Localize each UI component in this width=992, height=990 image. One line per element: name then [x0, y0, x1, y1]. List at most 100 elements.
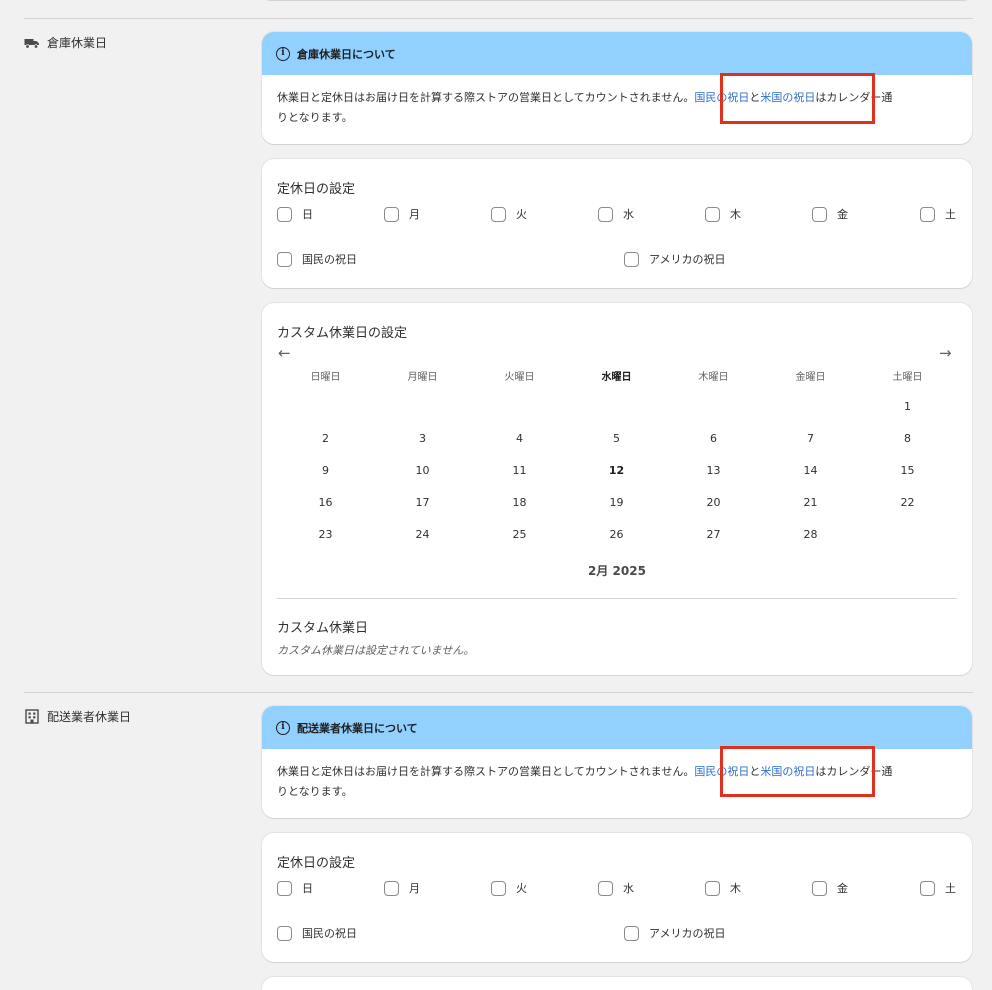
calendar-day[interactable]: 12 [568, 464, 665, 477]
checkbox-label: 火 [516, 208, 527, 221]
calendar-day[interactable]: 25 [471, 528, 568, 541]
checkbox-national-holidays[interactable]: 国民の祝日 [277, 251, 357, 267]
checkbox-monday[interactable]: 月 [384, 880, 420, 896]
checkbox-box[interactable] [277, 925, 292, 941]
weekday-monday: 月曜日 [407, 372, 438, 383]
calendar-day[interactable]: 16 [277, 496, 374, 509]
checkbox-wednesday[interactable]: 水 [598, 880, 634, 896]
weekday-thursday: 木曜日 [698, 372, 729, 383]
checkbox-box[interactable] [624, 925, 639, 941]
checkbox-friday[interactable]: 金 [812, 206, 848, 222]
custom-list-title: カスタム休業日 [277, 621, 369, 636]
checkbox-label: 木 [730, 882, 741, 895]
checkbox-label: 日 [302, 882, 313, 895]
checkbox-box[interactable] [384, 206, 399, 222]
calendar-day[interactable]: 3 [374, 432, 471, 445]
checkbox-tuesday[interactable]: 火 [491, 206, 527, 222]
checkbox-box[interactable] [812, 880, 827, 896]
calendar-day[interactable]: 26 [568, 528, 665, 541]
calendar-day[interactable]: 6 [665, 432, 762, 445]
checkbox-thursday[interactable]: 木 [705, 880, 741, 896]
checkbox-label: 国民の祝日 [302, 253, 357, 266]
checkbox-label: 月 [409, 208, 420, 221]
calendar-day[interactable]: 21 [762, 496, 859, 509]
calendar-day[interactable]: 4 [471, 432, 568, 445]
checkbox-label: 土 [945, 882, 956, 895]
checkbox-box[interactable] [491, 880, 506, 896]
arrow-right-icon[interactable]: → [939, 344, 952, 362]
calendar-day[interactable]: 14 [762, 464, 859, 477]
checkbox-box[interactable] [598, 206, 613, 222]
checkbox-saturday[interactable]: 土 [920, 880, 956, 896]
checkbox-box[interactable] [277, 880, 292, 896]
checkbox-sunday[interactable]: 日 [277, 206, 313, 222]
calendar-day[interactable]: 11 [471, 464, 568, 477]
weekly-holidays-card-carrier: 定休日の設定 日 月 火 水 木 金 土 国民の祝日 アメリカの祝日 [262, 833, 972, 962]
checkbox-box[interactable] [598, 880, 613, 896]
checkbox-label: 火 [516, 882, 527, 895]
custom-holidays-card-carrier [262, 977, 972, 990]
calendar-day[interactable]: 28 [762, 528, 859, 541]
checkbox-friday[interactable]: 金 [812, 880, 848, 896]
calendar-day[interactable]: 22 [859, 496, 956, 509]
checkbox-box[interactable] [705, 206, 720, 222]
calendar-day[interactable]: 23 [277, 528, 374, 541]
calendar-day[interactable]: 17 [374, 496, 471, 509]
checkbox-label: アメリカの祝日 [649, 253, 726, 266]
checkbox-thursday[interactable]: 木 [705, 206, 741, 222]
checkbox-label: 国民の祝日 [302, 927, 357, 940]
weekday-wednesday: 水曜日 [601, 372, 632, 383]
banner-text-after: はカレンダー通 [815, 91, 893, 104]
calendar-day[interactable]: 15 [859, 464, 956, 477]
checkbox-box[interactable] [920, 880, 935, 896]
checkbox-us-holidays[interactable]: アメリカの祝日 [624, 251, 725, 267]
calendar-day[interactable]: 5 [568, 432, 665, 445]
checkbox-box[interactable] [920, 206, 935, 222]
checkbox-sunday[interactable]: 日 [277, 880, 313, 896]
calendar-day[interactable]: 10 [374, 464, 471, 477]
us-holidays-link[interactable]: 米国の祝日 [760, 765, 815, 778]
checkbox-box[interactable] [624, 251, 639, 267]
section-divider [24, 18, 973, 19]
info-banner-carrier: i 配送業者休業日について 休業日と定休日はお届け日を計算する際ストアの営業日と… [262, 706, 972, 818]
calendar-day[interactable]: 20 [665, 496, 762, 509]
checkbox-box[interactable] [384, 880, 399, 896]
banner-body: 休業日と定休日はお届け日を計算する際ストアの営業日としてカウントされません。国民… [262, 75, 972, 128]
calendar-day[interactable]: 27 [665, 528, 762, 541]
national-holidays-link[interactable]: 国民の祝日 [694, 765, 749, 778]
weekly-title: 定休日の設定 [277, 856, 356, 871]
checkbox-wednesday[interactable]: 水 [598, 206, 634, 222]
calendar-day[interactable]: 2 [277, 432, 374, 445]
banner-text: 休業日と定休日はお届け日を計算する際ストアの営業日としてカウントされません。 [277, 765, 695, 778]
us-holidays-link[interactable]: 米国の祝日 [760, 91, 815, 104]
calendar-day[interactable]: 7 [762, 432, 859, 445]
checkbox-box[interactable] [491, 206, 506, 222]
calendar-day[interactable]: 24 [374, 528, 471, 541]
holiday-checkboxes: 国民の祝日 アメリカの祝日 [277, 251, 957, 269]
checkbox-us-holidays[interactable]: アメリカの祝日 [624, 925, 725, 941]
calendar-day[interactable]: 18 [471, 496, 568, 509]
checkbox-box[interactable] [812, 206, 827, 222]
banner-title: 配送業者休業日について [297, 721, 418, 735]
national-holidays-link[interactable]: 国民の祝日 [694, 91, 749, 104]
section-label-warehouse: 倉庫休業日 [24, 34, 107, 51]
checkbox-box[interactable] [277, 251, 292, 267]
calendar-day[interactable]: 8 [859, 432, 956, 445]
info-icon: i [276, 720, 290, 735]
section-label-carrier: 配送業者休業日 [24, 708, 131, 725]
checkbox-box[interactable] [705, 880, 720, 896]
banner-text-after: はカレンダー通 [815, 765, 893, 778]
checkbox-tuesday[interactable]: 火 [491, 880, 527, 896]
weekday-checkboxes: 日 月 火 水 木 金 土 [277, 206, 957, 224]
weekday-sunday: 日曜日 [310, 372, 341, 383]
checkbox-box[interactable] [277, 206, 292, 222]
checkbox-saturday[interactable]: 土 [920, 206, 956, 222]
arrow-left-icon[interactable]: ← [278, 344, 291, 362]
calendar-day[interactable]: 1 [859, 400, 956, 413]
calendar-day[interactable]: 19 [568, 496, 665, 509]
banner-header: i 倉庫休業日について [262, 32, 972, 75]
checkbox-national-holidays[interactable]: 国民の祝日 [277, 925, 357, 941]
calendar-day[interactable]: 9 [277, 464, 374, 477]
checkbox-monday[interactable]: 月 [384, 206, 420, 222]
calendar-day[interactable]: 13 [665, 464, 762, 477]
